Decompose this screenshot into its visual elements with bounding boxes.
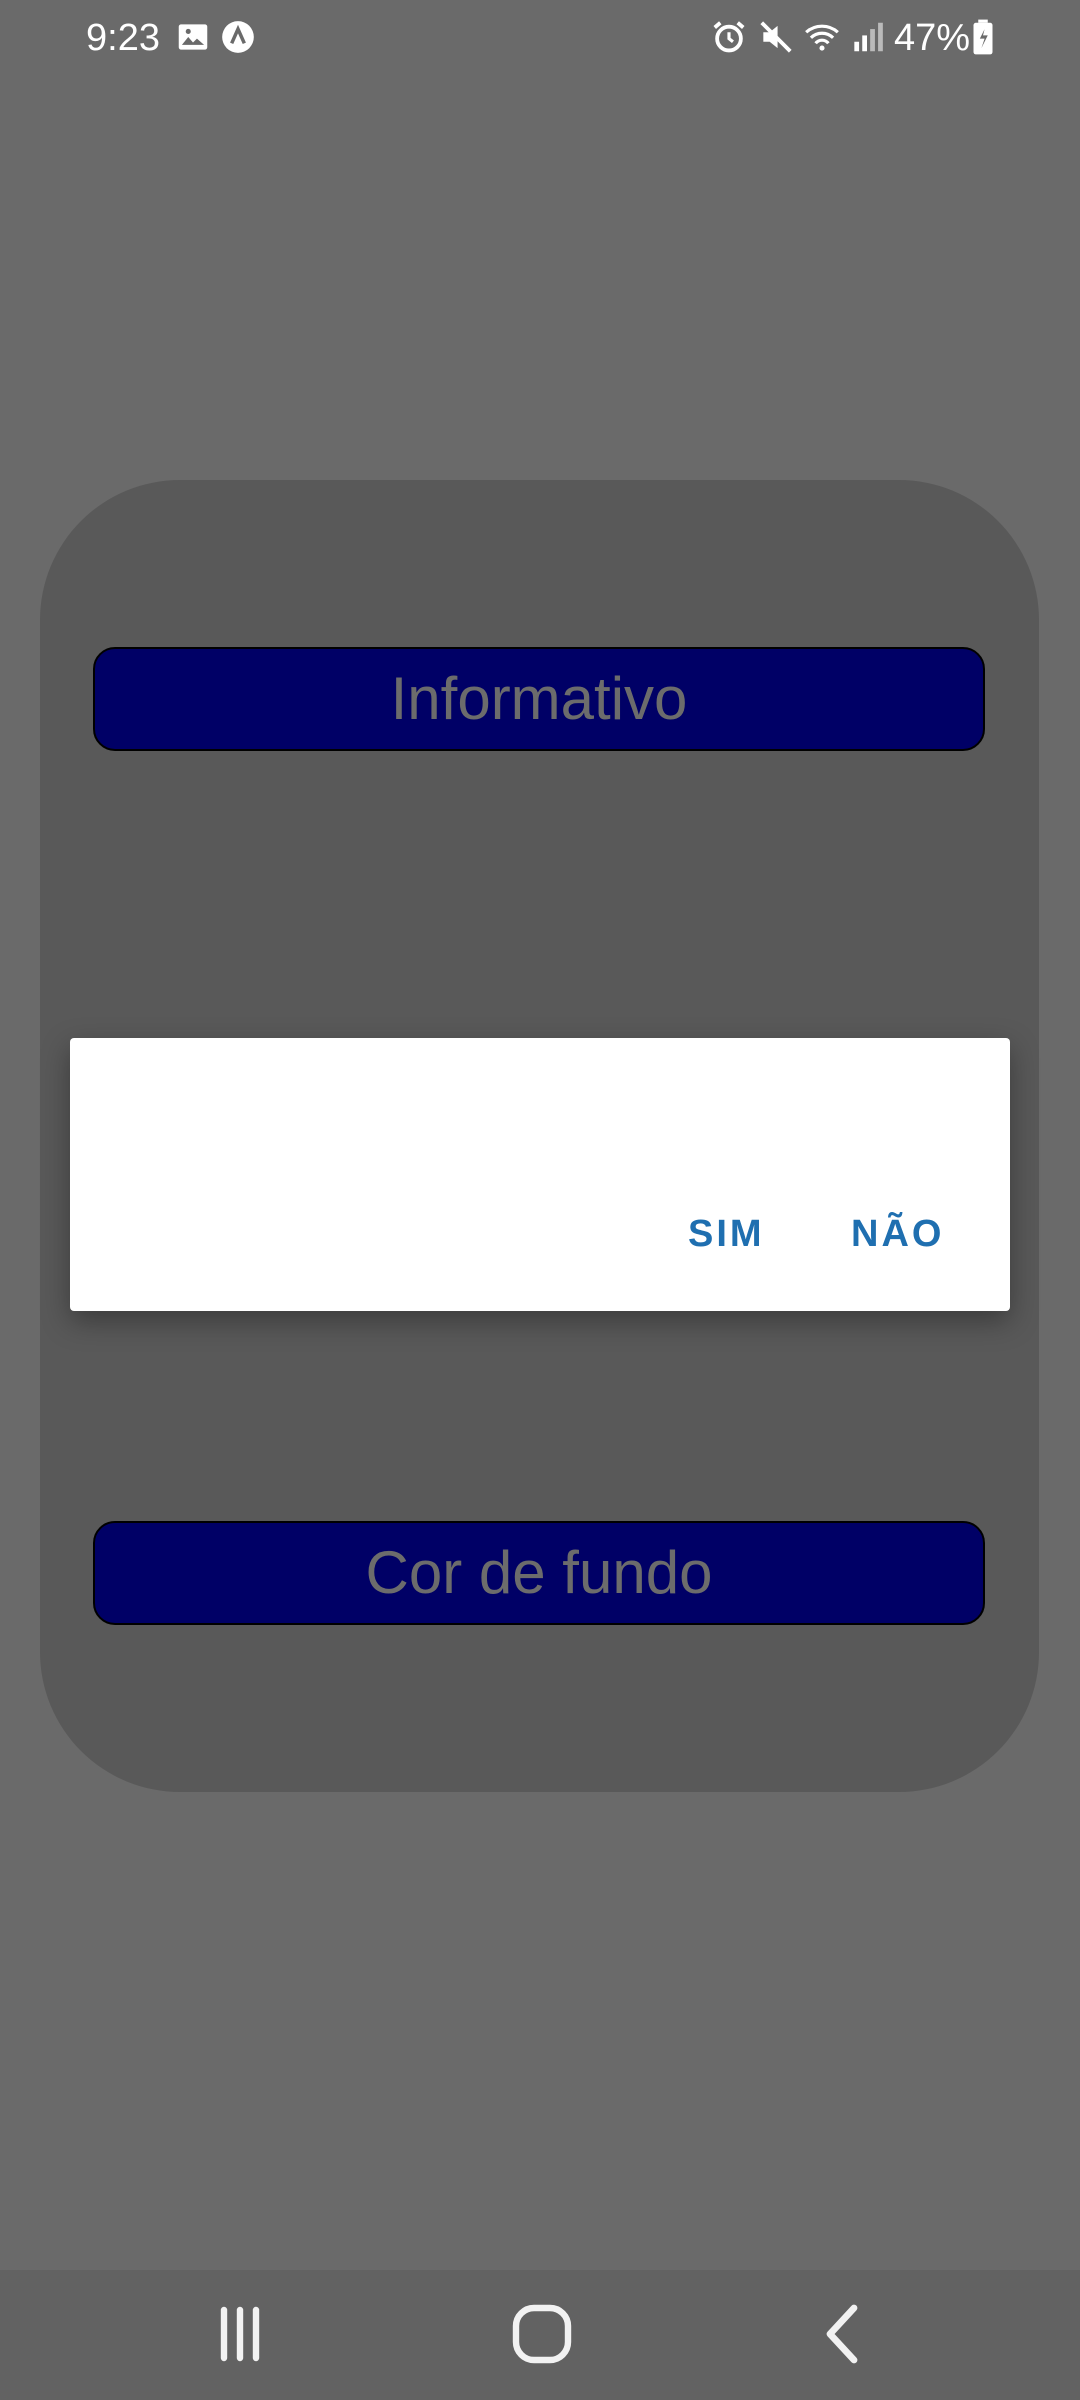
- nao-button[interactable]: NÃO: [851, 1210, 944, 1258]
- navigation-bar: [0, 2270, 1080, 2400]
- mute-icon: [757, 18, 795, 56]
- back-icon[interactable]: [804, 2294, 884, 2374]
- alarm-icon: [710, 18, 748, 56]
- battery-percent: 47%: [894, 17, 971, 59]
- signal-icon: [848, 18, 886, 56]
- a-logo-icon: [219, 18, 257, 56]
- confirm-dialog: SIM NÃO: [70, 1038, 1010, 1311]
- image-icon: [174, 18, 212, 56]
- battery-icon: [970, 18, 996, 56]
- sim-button[interactable]: SIM: [688, 1210, 765, 1258]
- informativo-button[interactable]: Informativo: [93, 647, 985, 751]
- home-icon[interactable]: [502, 2294, 582, 2374]
- cor-de-fundo-button[interactable]: Cor de fundo: [93, 1521, 985, 1625]
- recents-icon[interactable]: [200, 2294, 280, 2374]
- status-bar: 9:23 47%: [0, 0, 1080, 76]
- wifi-icon: [803, 18, 841, 56]
- status-time: 9:23: [86, 17, 160, 59]
